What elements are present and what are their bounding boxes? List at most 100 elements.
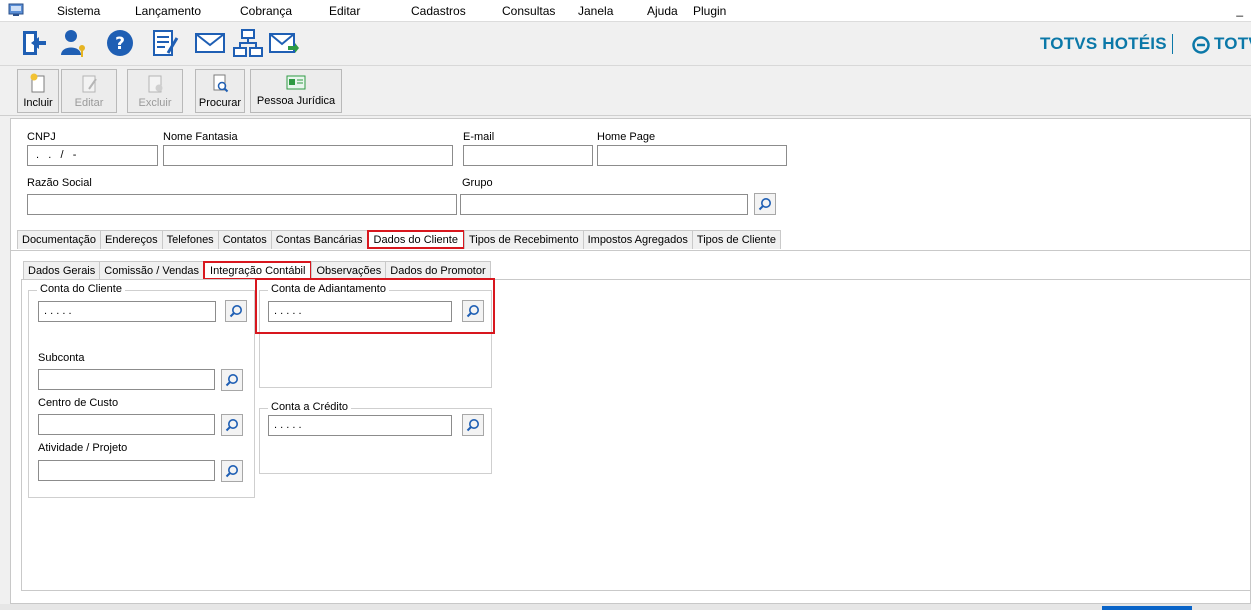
search-icon	[225, 465, 238, 478]
home-page-label: Home Page	[597, 131, 656, 143]
nome-fantasia-input[interactable]	[163, 145, 453, 166]
new-document-icon	[30, 73, 45, 93]
tab-enderecos[interactable]: Endereços	[100, 230, 163, 249]
svg-text:?: ?	[115, 34, 125, 54]
status-bar-accent	[1102, 606, 1192, 610]
edit-document-icon	[82, 75, 97, 93]
client-form-panel: CNPJ Nome Fantasia E-mail Home Page . . …	[10, 118, 1251, 604]
menu-cadastros[interactable]: Cadastros	[411, 4, 466, 18]
report-button[interactable]	[148, 25, 184, 61]
atividade-label: Atividade / Projeto	[38, 442, 128, 454]
menu-janela[interactable]: Janela	[578, 4, 613, 18]
menu-lancamento[interactable]: Lançamento	[135, 4, 201, 18]
menu-sistema[interactable]: Sistema	[57, 4, 100, 18]
conta-adiantamento-search-button[interactable]	[462, 300, 484, 322]
send-mail-icon	[269, 33, 299, 53]
menu-plugin[interactable]: Plugin	[693, 4, 726, 18]
email-button[interactable]	[192, 25, 228, 61]
menu-editar[interactable]: Editar	[329, 4, 360, 18]
envelope-icon	[195, 33, 225, 53]
main-toolbar: ? TOTVS HOTÉIS TOT	[0, 22, 1251, 66]
excluir-button[interactable]: Excluir	[127, 69, 183, 113]
razao-social-label: Razão Social	[27, 177, 92, 189]
subtab-comissao-vendas[interactable]: Comissão / Vendas	[99, 261, 205, 280]
centro-custo-input[interactable]	[38, 414, 215, 435]
atividade-search-button[interactable]	[221, 460, 243, 482]
app-icon[interactable]	[8, 3, 24, 17]
totvs-logo-icon	[1192, 36, 1210, 54]
centro-custo-search-button[interactable]	[221, 414, 243, 436]
hierarchy-icon	[233, 29, 263, 57]
atividade-input[interactable]	[38, 460, 215, 481]
main-tabs: Documentação Endereços Telefones Contato…	[17, 230, 781, 249]
search-icon	[758, 198, 771, 211]
subtab-dados-gerais[interactable]: Dados Gerais	[23, 261, 101, 280]
subconta-label: Subconta	[38, 352, 85, 364]
subtab-integracao-contabil[interactable]: Integração Contábil	[203, 261, 313, 280]
centro-custo-label: Centro de Custo	[38, 397, 119, 409]
cnpj-input[interactable]: . . / -	[27, 145, 158, 166]
tab-telefones[interactable]: Telefones	[161, 230, 219, 249]
search-icon	[466, 305, 479, 318]
brand-totvs-hoteis: TOTVS HOTÉIS	[1040, 34, 1167, 53]
tab-impostos-agregados[interactable]: Impostos Agregados	[582, 230, 693, 249]
pessoa-juridica-label: Pessoa Jurídica	[256, 95, 336, 107]
editar-button[interactable]: Editar	[61, 69, 117, 113]
exit-button[interactable]	[16, 25, 52, 61]
conta-adiantamento-legend: Conta de Adiantamento	[268, 283, 389, 295]
status-bar	[0, 604, 1251, 610]
incluir-button[interactable]: Incluir	[17, 69, 59, 113]
search-icon	[225, 419, 238, 432]
grupo-search-button[interactable]	[754, 193, 776, 215]
document-edit-icon	[153, 30, 179, 56]
help-icon: ?	[107, 30, 133, 56]
tab-documentacao[interactable]: Documentação	[17, 230, 101, 249]
cnpj-label: CNPJ	[27, 131, 56, 143]
record-toolbar: Incluir Editar Excluir Procurar Pessoa J…	[0, 66, 1251, 116]
search-document-icon	[213, 74, 229, 93]
brand-totvs: TOTV	[1214, 34, 1251, 53]
tab-tipos-de-recebimento[interactable]: Tipos de Recebimento	[463, 230, 584, 249]
main-tabs-line	[11, 250, 1250, 251]
search-icon	[466, 419, 479, 432]
tab-contas-bancarias[interactable]: Contas Bancárias	[270, 230, 368, 249]
tab-dados-do-cliente[interactable]: Dados do Cliente	[366, 230, 465, 249]
conta-cliente-search-button[interactable]	[225, 300, 247, 322]
grupo-input[interactable]	[460, 194, 748, 215]
conta-adiantamento-input[interactable]: . . . . .	[268, 301, 452, 322]
menu-cobranca[interactable]: Cobrança	[240, 4, 292, 18]
conta-credito-input[interactable]: . . . . .	[268, 415, 452, 436]
company-card-icon	[286, 75, 306, 90]
excluir-label: Excluir	[138, 97, 172, 109]
delete-document-icon	[148, 75, 163, 93]
home-page-input[interactable]	[597, 145, 787, 166]
nome-fantasia-label: Nome Fantasia	[163, 131, 238, 143]
conta-credito-legend: Conta a Crédito	[268, 401, 352, 413]
sub-tabs: Dados Gerais Comissão / Vendas Integraçã…	[23, 261, 491, 280]
tab-tipos-de-cliente[interactable]: Tipos de Cliente	[691, 230, 781, 249]
razao-social-input[interactable]	[27, 194, 457, 215]
subconta-search-button[interactable]	[221, 369, 243, 391]
subtab-dados-do-promotor[interactable]: Dados do Promotor	[385, 261, 491, 280]
send-email-button[interactable]	[266, 25, 302, 61]
conta-credito-search-button[interactable]	[462, 414, 484, 436]
email-input[interactable]	[463, 145, 593, 166]
menu-consultas[interactable]: Consultas	[502, 4, 555, 18]
subtab-observacoes[interactable]: Observações	[311, 261, 387, 280]
help-button[interactable]: ?	[102, 25, 138, 61]
conta-cliente-input[interactable]: . . . . .	[38, 301, 216, 322]
structure-button[interactable]	[230, 25, 266, 61]
search-icon	[229, 305, 242, 318]
conta-cliente-legend: Conta do Cliente	[37, 283, 125, 295]
menu-ajuda[interactable]: Ajuda	[647, 4, 678, 18]
users-button[interactable]	[56, 25, 92, 61]
tab-contatos[interactable]: Contatos	[217, 230, 272, 249]
minimize-button[interactable]: _	[1236, 3, 1243, 17]
brand-separator	[1172, 34, 1173, 54]
pessoa-juridica-button[interactable]: Pessoa Jurídica	[250, 69, 342, 113]
incluir-label: Incluir	[23, 97, 53, 109]
user-key-icon	[61, 30, 85, 57]
grupo-label: Grupo	[462, 177, 493, 189]
subconta-input[interactable]	[38, 369, 215, 390]
procurar-button[interactable]: Procurar	[195, 69, 245, 113]
